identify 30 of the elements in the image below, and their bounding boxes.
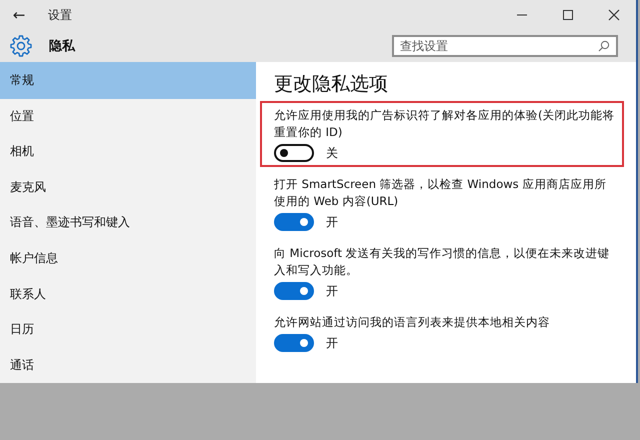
toggle-state-label: 开 — [326, 334, 338, 352]
sidebar-item[interactable]: 日历 — [0, 312, 256, 348]
toggle-state-label: 关 — [326, 144, 338, 162]
toggle-switch[interactable] — [274, 282, 314, 300]
toggle-switch[interactable] — [274, 144, 314, 162]
toggle-switch[interactable] — [274, 334, 314, 352]
window-title: 设置 — [48, 6, 72, 24]
back-button[interactable]: ← — [0, 6, 38, 24]
search-icon[interactable] — [598, 40, 610, 52]
sidebar-item[interactable]: 常规 — [0, 62, 256, 99]
toggle-state-label: 开 — [326, 214, 338, 230]
option-description: 允许网站通过访问我的语言列表来提供本地相关内容 — [274, 314, 551, 331]
sidebar-item[interactable]: 通话 — [0, 347, 256, 383]
maximize-icon[interactable] — [562, 9, 574, 21]
toggle-switch[interactable] — [274, 213, 314, 231]
search-field[interactable]: 查找设置 — [392, 35, 618, 57]
option-description: 允许应用使用我的广告标识符了解对各应用的体验(关闭此功能将重置你的 ID) — [274, 107, 616, 141]
sidebar-item[interactable]: 相机 — [0, 134, 256, 170]
page-title: 隐私 — [49, 38, 75, 55]
toggle-state-label: 开 — [326, 282, 338, 300]
section-title: 更改隐私选项 — [274, 72, 389, 97]
sidebar-item[interactable]: 位置 — [0, 98, 256, 134]
sidebar-item[interactable]: 帐户信息 — [0, 240, 256, 276]
sidebar-item[interactable]: 联系人 — [0, 276, 256, 312]
option-description: 打开 SmartScreen 筛选器，以检查 Windows 应用商店应用所使用的 Web 内容(URL) — [274, 176, 608, 210]
option-description: 向 Microsoft 发送有关我的写作习惯的信息，以便在未来改进键入和写入功能。 — [274, 245, 611, 279]
sidebar-item[interactable]: 麦克风 — [0, 170, 256, 206]
sidebar-item[interactable]: 语音、墨迹书写和键入 — [0, 205, 256, 241]
close-icon[interactable] — [608, 9, 620, 21]
settings-icon — [9, 34, 33, 58]
